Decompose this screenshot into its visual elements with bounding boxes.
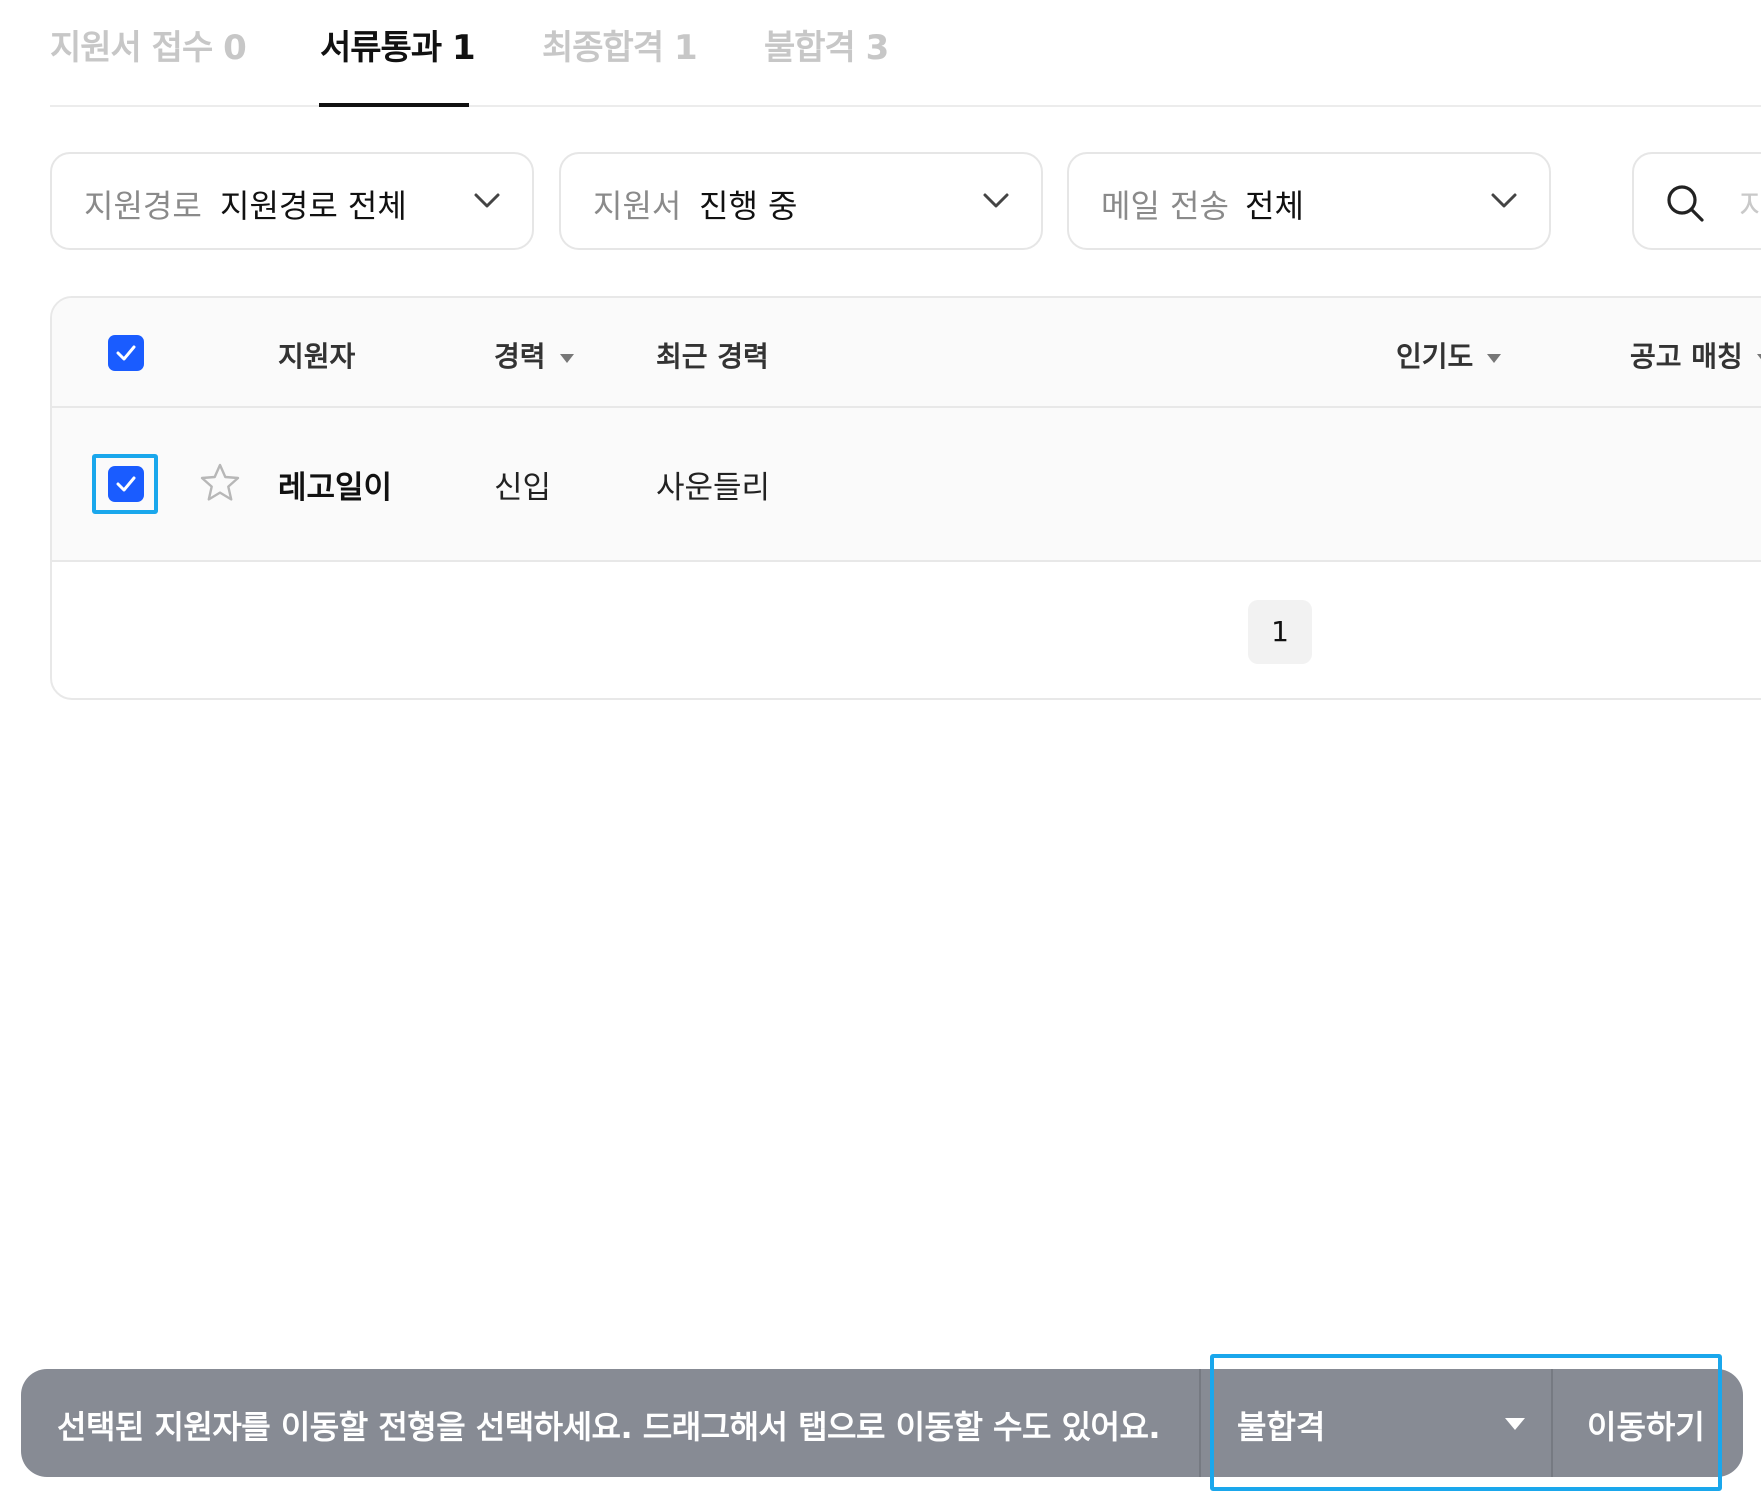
applicant-table: 지원자 경력 최근 경력 인기도 공고 매칭 레고일이 신입 사운들리 1 — [50, 296, 1761, 700]
search-input[interactable]: 지 — [1632, 152, 1761, 250]
header-career-sort[interactable]: 경력 — [494, 335, 574, 375]
check-icon — [116, 345, 136, 361]
stage-select-value: 불합격 — [1237, 1408, 1326, 1446]
star-icon[interactable] — [198, 461, 242, 505]
header-popularity-label: 인기도 — [1396, 340, 1474, 373]
filter-mail-label: 메일 전송 — [1101, 187, 1229, 225]
page: 지원서 접수 0 서류통과 1 최종합격 1 불합격 3 지원경로 지원경로 전… — [0, 0, 1761, 1491]
table-header: 지원자 경력 최근 경력 인기도 공고 매칭 — [52, 298, 1761, 408]
header-recent-career: 최근 경력 — [656, 340, 769, 373]
applicant-name[interactable]: 레고일이 — [278, 462, 392, 507]
filter-source-value: 지원경로 전체 — [220, 187, 407, 225]
caret-down-icon — [1505, 1418, 1525, 1430]
tab-rejected[interactable]: 불합격 3 — [764, 20, 889, 69]
bulk-action-message: 선택된 지원자를 이동할 전형을 선택하세요. 드래그해서 탭으로 이동할 수도… — [57, 1408, 1161, 1446]
filter-application-value: 진행 중 — [699, 187, 798, 225]
filter-mail[interactable]: 메일 전송 전체 — [1067, 152, 1551, 250]
header-job-match-label: 공고 매칭 — [1630, 340, 1743, 373]
header-job-match-sort[interactable]: 공고 매칭 — [1630, 335, 1761, 375]
chevron-down-icon — [1491, 193, 1517, 208]
header-career-label: 경력 — [494, 340, 546, 373]
sort-caret-icon — [1756, 353, 1761, 363]
chevron-down-icon — [474, 193, 500, 208]
check-icon — [116, 476, 136, 492]
stage-select[interactable]: 불합격 — [1201, 1369, 1571, 1477]
applicant-career: 신입 — [494, 470, 552, 506]
active-tab-underline — [319, 103, 469, 107]
tab-final-passed[interactable]: 최종합격 1 — [542, 20, 698, 69]
filter-application[interactable]: 지원서 진행 중 — [559, 152, 1043, 250]
applicant-recent-career: 사운들리 — [656, 470, 771, 506]
move-button[interactable]: 이동하기 — [1587, 1402, 1705, 1448]
tab-document-passed[interactable]: 서류통과 1 — [320, 20, 476, 69]
bulk-action-bar: 선택된 지원자를 이동할 전형을 선택하세요. 드래그해서 탭으로 이동할 수도… — [21, 1369, 1743, 1477]
tab-received[interactable]: 지원서 접수 0 — [50, 20, 247, 69]
stage-tabs: 지원서 접수 0 서류통과 1 최종합격 1 불합격 3 — [50, 0, 1761, 107]
filter-source-label: 지원경로 — [84, 187, 202, 225]
select-all-checkbox[interactable] — [108, 335, 144, 371]
filter-application-label: 지원서 — [593, 187, 682, 225]
table-row[interactable]: 레고일이 신입 사운들리 — [52, 408, 1761, 562]
search-placeholder: 지 — [1739, 187, 1761, 225]
header-applicant: 지원자 — [278, 340, 356, 373]
filter-source[interactable]: 지원경로 지원경로 전체 — [50, 152, 534, 250]
search-icon — [1667, 185, 1704, 222]
header-popularity-sort[interactable]: 인기도 — [1396, 335, 1502, 375]
chevron-down-icon — [983, 193, 1009, 208]
page-button-1[interactable]: 1 — [1248, 600, 1312, 664]
sort-caret-icon — [559, 353, 574, 363]
sort-caret-icon — [1487, 353, 1502, 363]
divider — [1551, 1369, 1553, 1477]
filter-mail-value: 전체 — [1245, 187, 1304, 225]
row-select-checkbox[interactable] — [108, 466, 144, 502]
